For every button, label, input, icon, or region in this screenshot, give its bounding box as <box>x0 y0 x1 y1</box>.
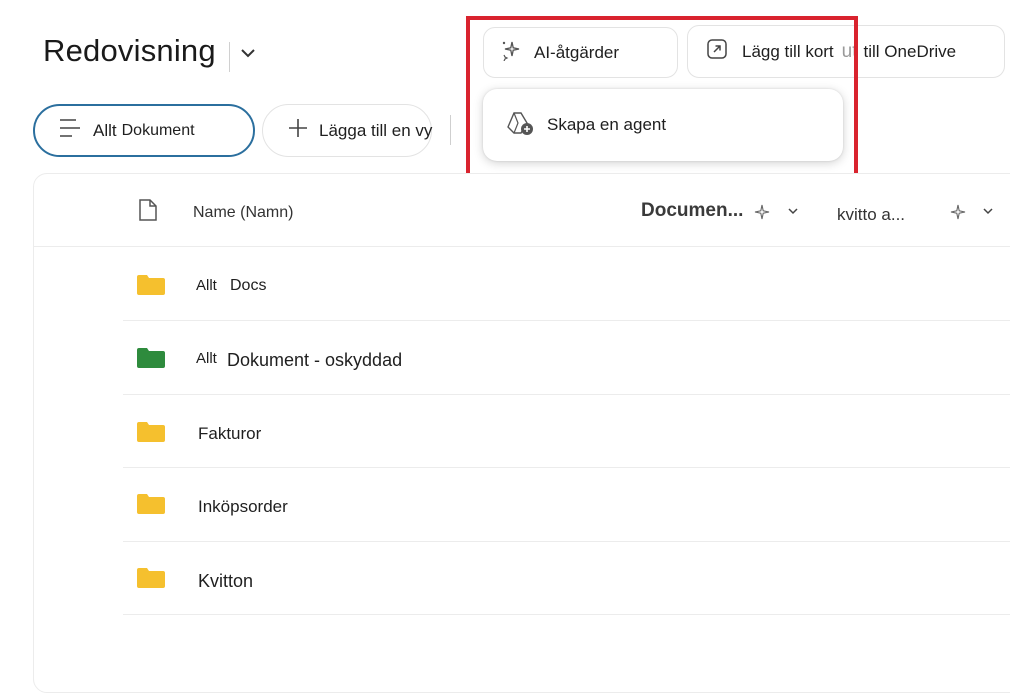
add-view-label: Lägga till en vy <box>319 120 433 140</box>
folder-icon <box>137 348 165 368</box>
folder-icon <box>137 568 165 588</box>
view-pill-all-documents[interactable]: Allt Dokument <box>33 104 255 157</box>
row-divider <box>123 541 1010 542</box>
title-divider <box>229 42 230 72</box>
row-prefix: Allt <box>196 350 217 367</box>
row-divider <box>123 614 1010 615</box>
add-view-button[interactable]: Lägga till en vy <box>262 104 432 157</box>
chevron-down-icon[interactable] <box>786 204 800 223</box>
folder-icon <box>137 275 165 295</box>
file-type-icon[interactable] <box>138 198 158 227</box>
row-divider <box>123 394 1010 395</box>
list-filter-icon <box>57 117 83 144</box>
folder-icon <box>137 422 165 442</box>
chevron-down-icon[interactable] <box>981 204 995 223</box>
row-name[interactable]: Kvitton <box>198 571 253 592</box>
onedrive-label: till OneDrive <box>863 41 957 61</box>
page-title: Redovisning <box>43 33 216 68</box>
chevron-down-icon[interactable] <box>238 43 258 63</box>
row-divider <box>123 320 1010 321</box>
sparkle-icon[interactable] <box>754 204 770 225</box>
row-name[interactable]: Inköpsorder <box>198 497 288 517</box>
folder-icon <box>137 494 165 514</box>
row-divider <box>123 467 1010 468</box>
view-prefix: Allt <box>93 120 117 140</box>
view-label: Dokument <box>121 121 195 139</box>
toolbar-divider <box>450 115 451 145</box>
plus-icon <box>287 117 309 144</box>
document-library-table <box>33 173 1010 693</box>
row-name[interactable]: Docs <box>230 277 266 295</box>
sparkle-icon[interactable] <box>950 204 966 225</box>
row-name[interactable]: Fakturor <box>198 424 261 444</box>
column-header-document[interactable]: Documen... <box>641 200 743 222</box>
row-prefix: Allt <box>196 277 217 294</box>
header-divider <box>34 246 1010 247</box>
column-header-kvitto[interactable]: kvitto a... <box>837 205 905 225</box>
column-header-name[interactable]: Name (Namn) <box>193 204 293 222</box>
row-name[interactable]: Dokument - oskyddad <box>227 350 402 371</box>
highlight-box <box>466 16 858 184</box>
